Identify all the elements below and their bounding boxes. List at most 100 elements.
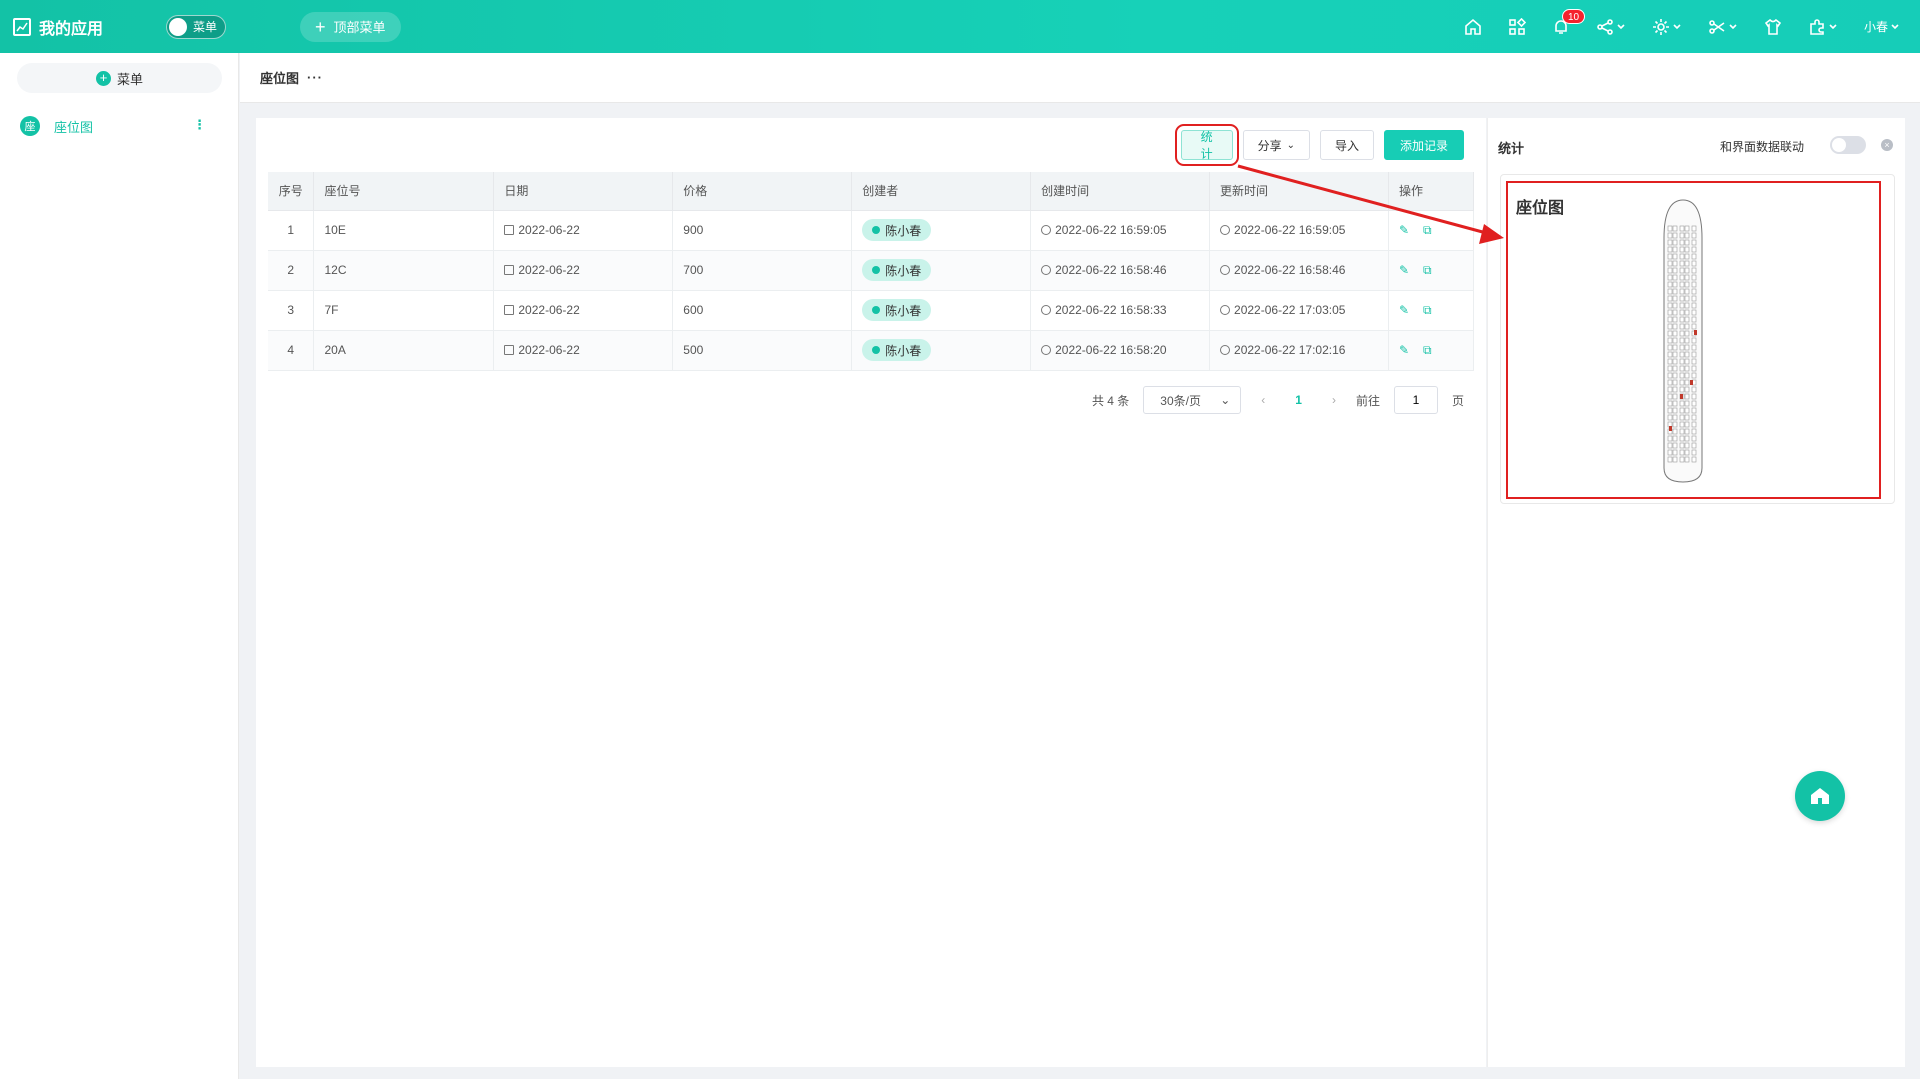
created-value: 2022-06-22 16:58:20: [1055, 343, 1167, 357]
user-menu[interactable]: 小春: [1864, 18, 1900, 35]
column-header[interactable]: 日期: [493, 172, 674, 211]
stats-panel-title: 统计: [1498, 141, 1525, 156]
created-value: 2022-06-22 16:58:46: [1055, 263, 1167, 277]
table-row[interactable]: 4 20A 2022-06-22 500 陈小春 2022-06-22 16:5…: [268, 330, 1475, 371]
share-button-label: 分享: [1257, 138, 1282, 153]
tools-menu[interactable]: [1708, 18, 1738, 36]
seat-mark: [1691, 365, 1697, 372]
column-header[interactable]: 创建者: [851, 172, 1032, 211]
column-header[interactable]: 座位号: [313, 172, 495, 211]
cell-seq: 3: [268, 290, 315, 331]
seat-mark: [1684, 400, 1690, 407]
seat-mark: [1679, 232, 1685, 239]
seat-mark: [1691, 323, 1697, 330]
edit-icon[interactable]: ✎: [1399, 303, 1409, 317]
cell-created: 2022-06-22 16:58:20: [1030, 330, 1211, 371]
floating-home-button[interactable]: [1795, 771, 1845, 821]
seat-mark: [1667, 288, 1673, 295]
clock-icon: [1041, 225, 1052, 235]
seat-mark: [1672, 386, 1678, 393]
seat-mark: [1672, 288, 1678, 295]
seat-mark: [1672, 253, 1678, 260]
seat-mark: [1667, 239, 1673, 246]
cell-seq: 1: [268, 210, 315, 251]
seat-mark: [1672, 337, 1678, 344]
add-menu-button[interactable]: + 菜单: [17, 63, 222, 93]
chevron-down-icon: [1891, 23, 1899, 29]
column-header[interactable]: 创建时间: [1030, 172, 1211, 211]
edit-icon[interactable]: ✎: [1399, 343, 1409, 357]
apps-grid-icon[interactable]: [1508, 17, 1526, 36]
share-button[interactable]: 分享 ⌄: [1242, 130, 1310, 160]
detail-icon[interactable]: ⧉: [1423, 303, 1432, 317]
seat-mark: [1667, 267, 1673, 274]
more-horizontal-icon[interactable]: ···: [307, 70, 323, 85]
pagination: 共 4 条 30条/页 ⌄ ‹ 1 › 前往 页: [1092, 386, 1464, 414]
seat-mark: [1667, 232, 1673, 239]
goto-page-input[interactable]: [1393, 386, 1438, 414]
cell-updated: 2022-06-22 16:58:46: [1209, 250, 1389, 291]
home-icon[interactable]: [1464, 18, 1482, 36]
table-row[interactable]: 3 7F 2022-06-22 600 陈小春 2022-06-22 16:58…: [268, 290, 1475, 331]
seat-mark: [1679, 330, 1685, 337]
seat-mark: [1684, 421, 1690, 428]
column-header: 操作: [1388, 172, 1475, 211]
seat-mark: [1691, 358, 1697, 365]
seat-mark: [1679, 309, 1685, 316]
column-header[interactable]: 价格: [672, 172, 853, 211]
table-row[interactable]: 1 10E 2022-06-22 900 陈小春 2022-06-22 16:5…: [268, 210, 1475, 251]
seat-mark: [1679, 428, 1685, 435]
import-button[interactable]: 导入: [1319, 130, 1374, 160]
app-brand[interactable]: 我的应用: [13, 15, 103, 39]
prev-page-icon[interactable]: ‹: [1255, 393, 1271, 407]
seat-mark: [1684, 337, 1690, 344]
detail-icon[interactable]: ⧉: [1423, 223, 1432, 237]
seat-mark: [1691, 309, 1697, 316]
chart-logo-icon: [13, 17, 31, 36]
seat-mark: [1691, 386, 1697, 393]
add-record-button[interactable]: 添加记录: [1384, 130, 1464, 160]
seat-mark: [1672, 442, 1678, 449]
user-name: 小春: [1863, 20, 1888, 34]
cell-updated: 2022-06-22 16:59:05: [1209, 210, 1389, 251]
share-menu[interactable]: [1596, 18, 1626, 36]
page-size-select[interactable]: 30条/页 ⌄: [1143, 386, 1242, 414]
stats-panel: 统计 和界面数据联动 × 座位图: [1487, 118, 1905, 1067]
data-link-switch[interactable]: [1830, 136, 1866, 154]
sidebar-item-label: 座位图: [54, 119, 94, 135]
sidebar: + 菜单 座 座位图 ⋮: [0, 53, 239, 1079]
detail-icon[interactable]: ⧉: [1423, 343, 1432, 357]
home-icon: [1811, 788, 1829, 804]
seat-mark: [1679, 351, 1685, 358]
more-vertical-icon[interactable]: ⋮: [193, 117, 206, 133]
settings-menu[interactable]: [1652, 18, 1682, 36]
close-icon[interactable]: ×: [1881, 139, 1893, 151]
seat-mark: [1684, 253, 1690, 260]
stat-button[interactable]: 统计: [1174, 124, 1239, 166]
bell-icon[interactable]: 10: [1552, 8, 1586, 36]
add-top-menu-button[interactable]: + 顶部菜单: [300, 11, 401, 42]
cell-seat: 20A: [313, 330, 495, 371]
edit-icon[interactable]: ✎: [1399, 223, 1409, 237]
plugin-menu[interactable]: [1808, 18, 1838, 36]
seat-mark: [1667, 316, 1673, 323]
current-page[interactable]: 1: [1285, 393, 1312, 407]
user-icon: [872, 306, 881, 314]
next-page-icon[interactable]: ›: [1326, 393, 1342, 407]
creator-tag: 陈小春: [862, 339, 932, 361]
updated-value: 2022-06-22 16:58:46: [1234, 263, 1346, 277]
seat-mark: [1684, 435, 1690, 442]
cell-price: 900: [672, 210, 853, 251]
shirt-icon[interactable]: [1764, 18, 1782, 36]
gear-icon: [1652, 18, 1669, 35]
detail-icon[interactable]: ⧉: [1423, 263, 1432, 277]
column-header[interactable]: 序号: [268, 172, 315, 211]
calendar-icon: [504, 305, 515, 315]
seat-mark: [1667, 295, 1673, 302]
seat-mark: [1667, 260, 1673, 267]
edit-icon[interactable]: ✎: [1399, 263, 1409, 277]
column-header[interactable]: 更新时间: [1209, 172, 1389, 211]
sidebar-item-seat-map[interactable]: 座 座位图 ⋮: [20, 115, 220, 137]
table-row[interactable]: 2 12C 2022-06-22 700 陈小春 2022-06-22 16:5…: [268, 250, 1475, 291]
menu-toggle[interactable]: 菜单: [166, 14, 227, 39]
